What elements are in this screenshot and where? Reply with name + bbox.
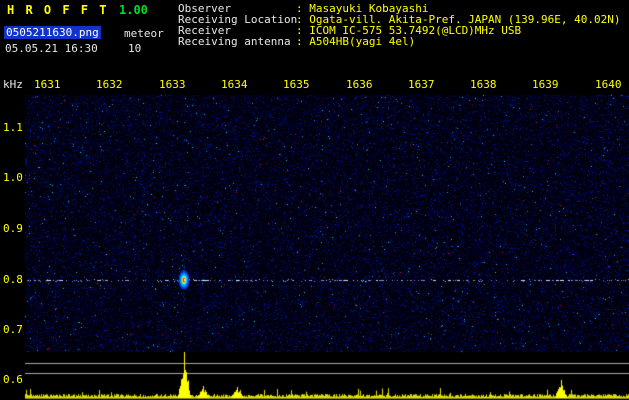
- x-tick: 1635: [283, 78, 310, 91]
- y-tick: 0.6: [3, 373, 23, 386]
- x-tick: 1632: [96, 78, 123, 91]
- app-title: H R O F F T: [7, 3, 109, 17]
- count-value: 10: [128, 42, 142, 55]
- y-tick: 0.9: [3, 222, 23, 235]
- x-tick: 1633: [159, 78, 186, 91]
- x-tick: 1640: [595, 78, 622, 91]
- mode-label: meteor: [124, 27, 164, 40]
- timestamp: 05.05.21 16:30: [5, 42, 98, 55]
- station-info: Observer: Masayuki Kobayashi Receiving L…: [178, 3, 621, 47]
- info-label: Receiving antenna: [178, 35, 291, 48]
- filename-badge: 0505211630.png: [4, 26, 101, 39]
- y-tick: 0.7: [3, 323, 23, 336]
- x-tick: 1639: [532, 78, 559, 91]
- info-row: Receiving antenna : A504HB(yagi 4el): [178, 36, 621, 47]
- x-tick: 1638: [470, 78, 497, 91]
- info-value: : A504HB(yagi 4el): [296, 35, 416, 48]
- y-tick: 1.1: [3, 121, 23, 134]
- x-tick: 1631: [34, 78, 61, 91]
- x-tick: 1637: [408, 78, 435, 91]
- y-axis-unit-label: kHz: [3, 78, 23, 91]
- y-tick: 0.8: [3, 273, 23, 286]
- y-tick: 1.0: [3, 171, 23, 184]
- hrofft-window: H R O F F T 1.00 0505211630.png meteor 0…: [0, 0, 629, 400]
- app-version: 1.00: [119, 3, 148, 17]
- spectrogram-canvas: [0, 0, 629, 400]
- x-tick: 1634: [221, 78, 248, 91]
- x-tick: 1636: [346, 78, 373, 91]
